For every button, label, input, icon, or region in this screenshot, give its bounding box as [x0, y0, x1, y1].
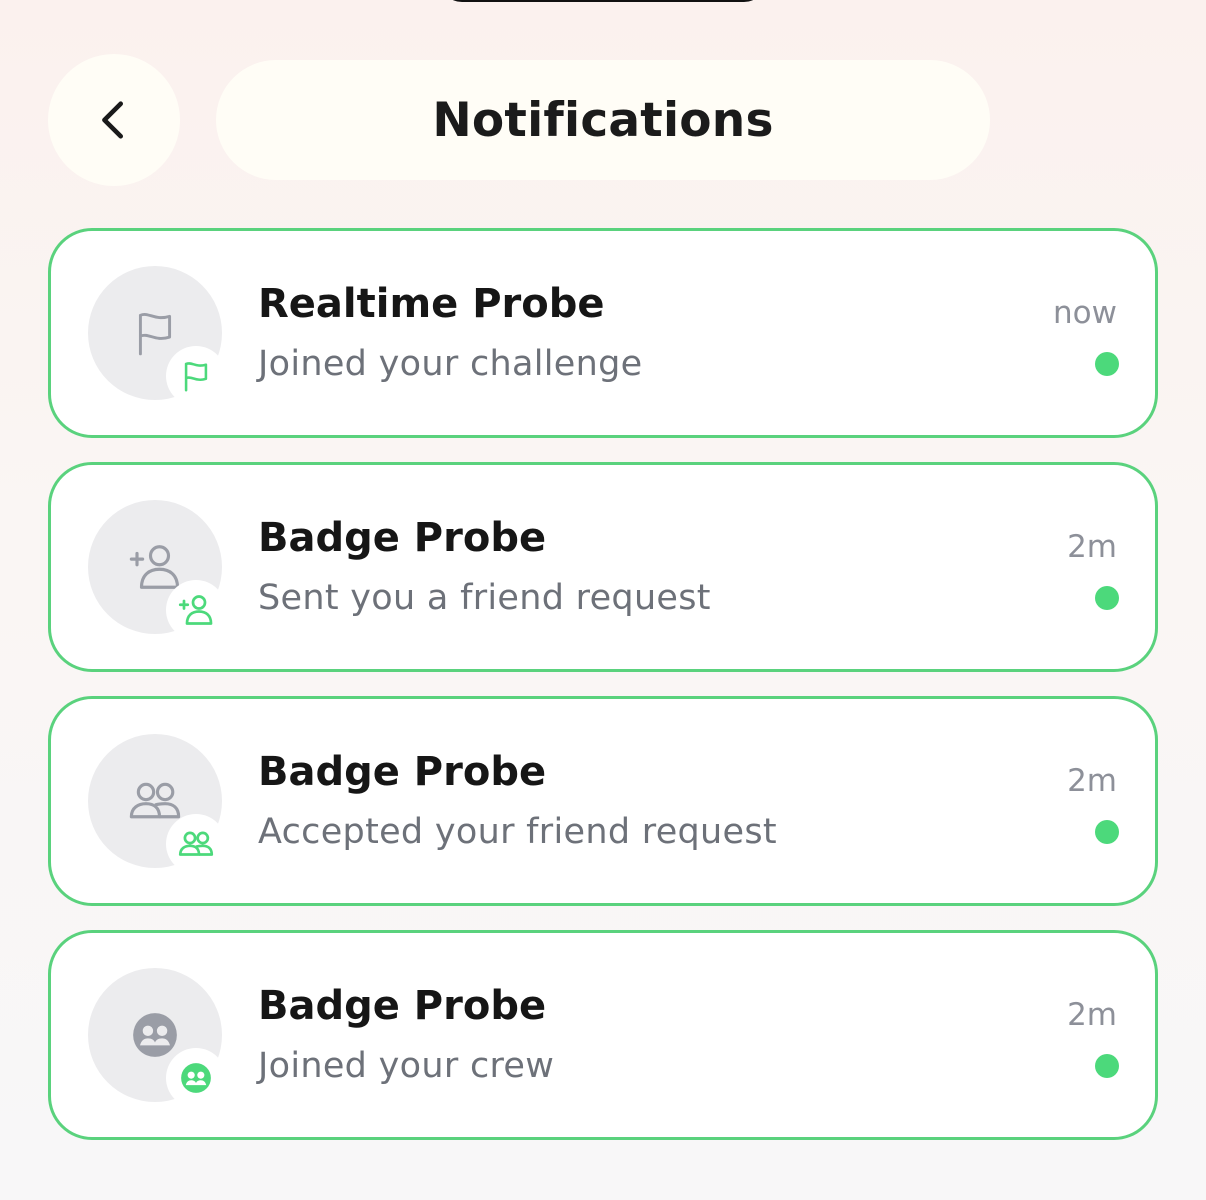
- crew-icon: [133, 1013, 177, 1057]
- unread-indicator: [1095, 586, 1119, 610]
- notification-type-badge: [166, 814, 226, 874]
- notification-message: Sent you a friend request: [258, 578, 711, 618]
- notification-sender: Badge Probe: [258, 515, 547, 561]
- notification-message: Accepted your friend request: [258, 812, 777, 852]
- notification-type-badge: [166, 346, 226, 406]
- notification-sender: Realtime Probe: [258, 281, 605, 327]
- notification-time: 2m: [1067, 529, 1117, 565]
- header-title-pill: Notifications: [216, 60, 990, 180]
- flag-icon: [184, 362, 208, 392]
- friends-icon: [178, 831, 214, 856]
- flag-icon: [138, 313, 172, 356]
- notification-message: Joined your crew: [258, 1046, 555, 1086]
- notification-type-badge: [166, 580, 226, 640]
- notification-message: Joined your challenge: [258, 344, 643, 384]
- notification-card[interactable]: Badge Probe Sent you a friend request 2m: [48, 462, 1158, 672]
- friends-icon: [129, 782, 181, 819]
- notification-sender: Badge Probe: [258, 749, 547, 795]
- notification-time: 2m: [1067, 997, 1117, 1033]
- page-title: Notifications: [432, 92, 774, 148]
- add-friend-icon: [129, 545, 180, 589]
- notification-time: now: [1053, 295, 1117, 331]
- notification-type-badge: [166, 1048, 226, 1108]
- notification-time: 2m: [1067, 763, 1117, 799]
- crew-icon: [181, 1063, 211, 1093]
- unread-indicator: [1095, 1054, 1119, 1078]
- notification-list: Realtime Probe Joined your challenge now…: [48, 228, 1158, 1164]
- back-button[interactable]: [48, 54, 180, 186]
- notification-card[interactable]: Badge Probe Accepted your friend request…: [48, 696, 1158, 906]
- unread-indicator: [1095, 352, 1119, 376]
- notification-card[interactable]: Realtime Probe Joined your challenge now: [48, 228, 1158, 438]
- device-notch: [440, 0, 766, 2]
- unread-indicator: [1095, 820, 1119, 844]
- notification-sender: Badge Probe: [258, 983, 547, 1029]
- chevron-left-icon: [102, 101, 124, 139]
- add-friend-icon: [178, 595, 213, 625]
- notification-card[interactable]: Badge Probe Joined your crew 2m: [48, 930, 1158, 1140]
